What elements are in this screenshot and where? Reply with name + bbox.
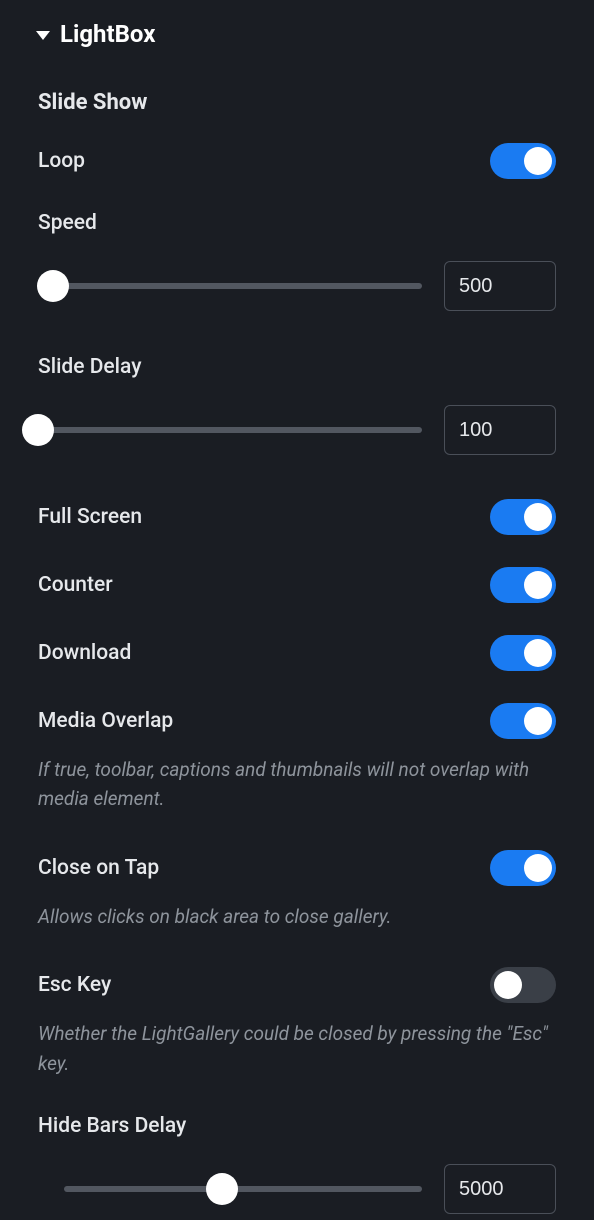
close-on-tap-row: Close on Tap [38, 850, 556, 886]
slide-delay-slider-row [38, 405, 556, 455]
chevron-down-icon [36, 31, 50, 40]
full-screen-row: Full Screen [38, 499, 556, 535]
media-overlap-label: Media Overlap [38, 709, 173, 733]
close-on-tap-label: Close on Tap [38, 856, 159, 880]
toggle-knob [494, 971, 522, 999]
download-toggle[interactable] [490, 635, 556, 671]
toggle-knob [524, 707, 552, 735]
subsection-title: Slide Show [38, 90, 556, 115]
loop-toggle[interactable] [490, 143, 556, 179]
full-screen-toggle[interactable] [490, 499, 556, 535]
toggle-knob [524, 854, 552, 882]
loop-row: Loop [38, 143, 556, 179]
toggle-knob [524, 147, 552, 175]
download-row: Download [38, 635, 556, 671]
media-overlap-row: Media Overlap [38, 703, 556, 739]
media-overlap-toggle[interactable] [490, 703, 556, 739]
counter-toggle[interactable] [490, 567, 556, 603]
hide-bars-delay-input[interactable] [444, 1164, 556, 1214]
counter-label: Counter [38, 573, 113, 597]
counter-row: Counter [38, 567, 556, 603]
esc-key-desc: Whether the LightGallery could be closed… [38, 1019, 556, 1078]
lightbox-panel: LightBox Slide Show Loop Speed Slide Del… [0, 0, 594, 1214]
slide-delay-label: Slide Delay [38, 355, 556, 379]
slide-delay-slider-thumb[interactable] [22, 414, 54, 446]
section-title: LightBox [60, 20, 155, 48]
full-screen-label: Full Screen [38, 505, 142, 529]
esc-key-toggle[interactable] [490, 967, 556, 1003]
hide-bars-delay-label: Hide Bars Delay [38, 1114, 556, 1138]
hide-bars-delay-slider[interactable] [64, 1186, 422, 1192]
esc-key-label: Esc Key [38, 973, 111, 997]
speed-input[interactable] [444, 261, 556, 311]
speed-slider[interactable] [38, 283, 422, 289]
slide-delay-input[interactable] [444, 405, 556, 455]
toggle-knob [524, 639, 552, 667]
download-label: Download [38, 641, 131, 665]
section-header[interactable]: LightBox [36, 20, 556, 48]
speed-slider-row [38, 261, 556, 311]
speed-slider-thumb[interactable] [37, 270, 69, 302]
speed-label: Speed [38, 211, 556, 235]
hide-bars-delay-slider-thumb[interactable] [206, 1173, 238, 1205]
loop-label: Loop [38, 149, 85, 173]
toggle-knob [524, 503, 552, 531]
slide-delay-slider[interactable] [38, 427, 422, 433]
toggle-knob [524, 571, 552, 599]
hide-bars-delay-slider-row [38, 1164, 556, 1214]
media-overlap-desc: If true, toolbar, captions and thumbnail… [38, 755, 556, 814]
close-on-tap-desc: Allows clicks on black area to close gal… [38, 902, 556, 931]
close-on-tap-toggle[interactable] [490, 850, 556, 886]
esc-key-row: Esc Key [38, 967, 556, 1003]
